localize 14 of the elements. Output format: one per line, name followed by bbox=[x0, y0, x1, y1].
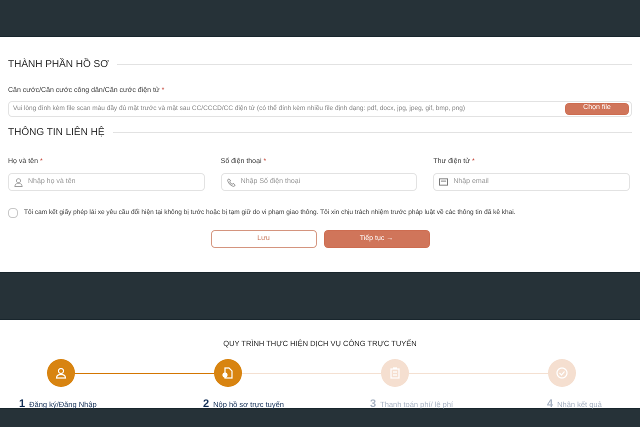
step-number: 1 bbox=[19, 397, 26, 412]
clipboard-icon bbox=[389, 367, 401, 379]
step-number: 3 bbox=[370, 397, 376, 412]
phone-icon bbox=[226, 178, 236, 186]
section-title: THÔNG TIN LIÊN HỆ bbox=[8, 125, 104, 140]
section-title: THÀNH PHẦN HỒ SƠ bbox=[8, 57, 109, 72]
check-circle-icon bbox=[556, 367, 568, 379]
step-number: 4 bbox=[547, 397, 554, 412]
user-icon bbox=[55, 367, 67, 379]
step-number: 2 bbox=[203, 397, 210, 412]
checkbox[interactable] bbox=[8, 208, 18, 218]
envelope-icon bbox=[439, 178, 448, 186]
person-icon bbox=[14, 178, 23, 186]
document-icon bbox=[222, 367, 234, 379]
